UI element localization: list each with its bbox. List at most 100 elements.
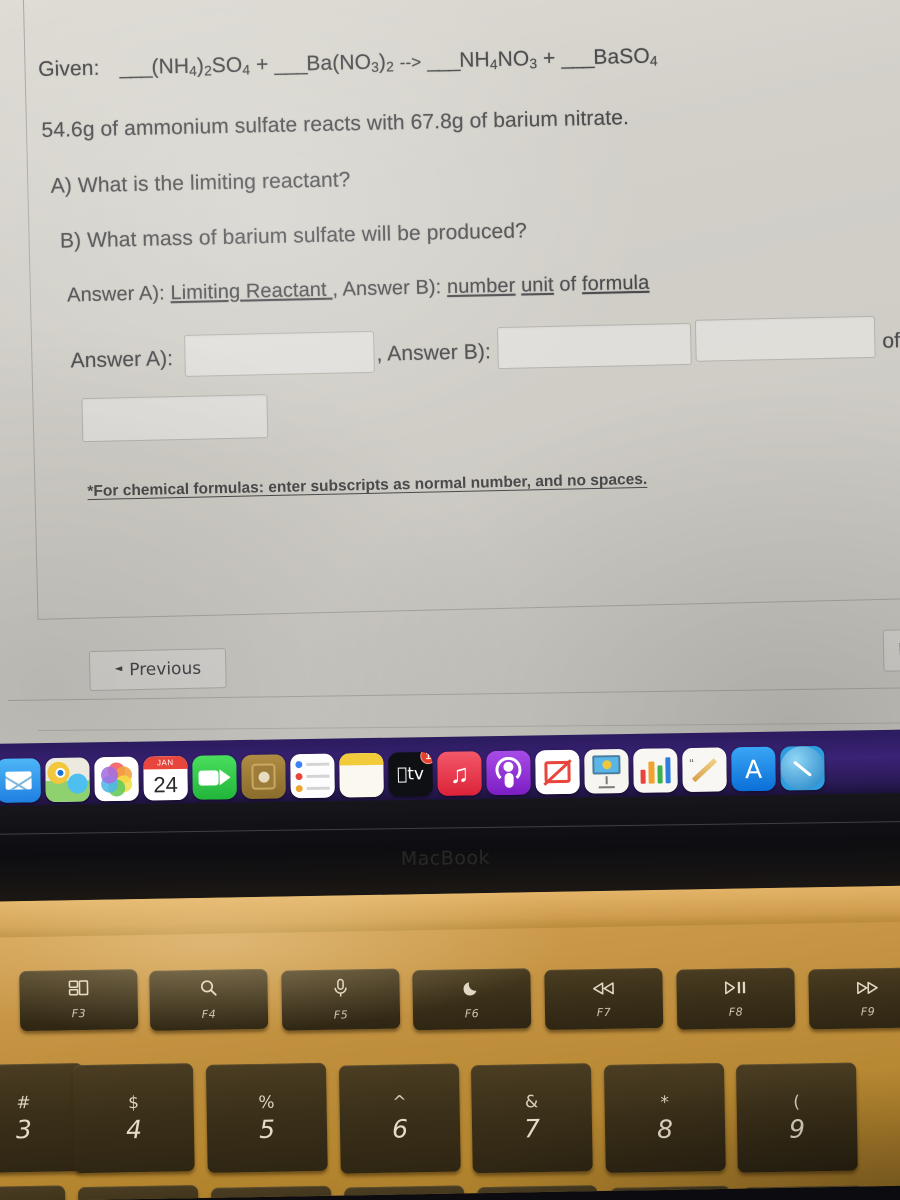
- search-icon: [199, 979, 217, 1001]
- envelope-icon: [0, 758, 41, 803]
- key-shift-char: ^: [392, 1092, 407, 1113]
- previous-button-label: Previous: [129, 658, 202, 681]
- left-caret-icon: ◄: [114, 663, 123, 675]
- dock-item-appletv[interactable]: tv1: [388, 752, 433, 797]
- dock-item-calendar[interactable]: JAN 24: [143, 755, 188, 801]
- key-main-char: 4: [125, 1114, 143, 1144]
- podcast-icon: [486, 750, 531, 796]
- dock-item-maps[interactable]: [45, 757, 90, 803]
- bar-chart-icon: [633, 748, 678, 793]
- key-main-char: 3: [15, 1114, 33, 1144]
- news-icon: [535, 749, 580, 795]
- dock-item-photos[interactable]: [94, 756, 139, 802]
- previous-button[interactable]: ◄ Previous: [88, 648, 227, 692]
- answer-b-unit-input[interactable]: [694, 315, 876, 362]
- key-f9[interactable]: F9: [808, 967, 900, 1030]
- key-label: F7: [596, 1005, 612, 1019]
- hint-of: of: [559, 273, 577, 296]
- hinge-line: [0, 820, 900, 835]
- pinwheel-icon: [94, 756, 139, 802]
- key-partial[interactable]: [876, 1185, 900, 1200]
- answer-of-label: of: [882, 329, 900, 353]
- dock-item-mail[interactable]: [0, 758, 41, 803]
- question-part-a: A) What is the limiting reactant?: [50, 168, 351, 198]
- key-3[interactable]: #3: [0, 1063, 85, 1174]
- key-main-char: 6: [391, 1114, 409, 1144]
- next-button[interactable]: N: [882, 627, 900, 672]
- key-main-char: 8: [656, 1114, 674, 1144]
- key-label: F4: [201, 1007, 217, 1021]
- answer-b-formula-input[interactable]: [81, 394, 269, 443]
- key-label: F8: [728, 1005, 744, 1019]
- key-f7[interactable]: F7: [544, 967, 664, 1030]
- fast-forward-icon: [855, 979, 879, 998]
- formula-footnote: *For chemical formulas: enter subscripts…: [87, 470, 648, 501]
- dock-item-podcasts[interactable]: [486, 750, 531, 796]
- key-partial[interactable]: [77, 1185, 200, 1200]
- key-partial[interactable]: [743, 1185, 865, 1200]
- answer-a-label: Answer A):: [70, 347, 174, 373]
- question-content: Given: ___(NH4)2SO4 + ___Ba(NO3)2 --> __…: [0, 0, 900, 762]
- key-label: F9: [860, 1004, 876, 1018]
- given-equation-line: Given: ___(NH4)2SO4 + ___Ba(NO3)2 --> __…: [37, 44, 658, 82]
- key-7[interactable]: & 7: [470, 1062, 593, 1174]
- dock-item-safari[interactable]: [780, 745, 825, 791]
- dock-item-keynote[interactable]: [584, 748, 629, 794]
- dock-item-pages[interactable]: “: [682, 747, 727, 793]
- answer-format-line: Answer A): Limiting Reactant , Answer B)…: [67, 272, 650, 308]
- key-f5[interactable]: F5: [281, 968, 401, 1031]
- contacts-icon: [241, 754, 286, 800]
- key-partial[interactable]: [211, 1185, 333, 1200]
- key-label: F5: [333, 1007, 349, 1022]
- app-store-icon: A: [731, 746, 776, 792]
- mission-control-icon: [68, 980, 89, 1000]
- dock-item-appstore[interactable]: A: [731, 746, 776, 792]
- key-4[interactable]: $4: [72, 1063, 195, 1174]
- browser-page: Given: ___(NH4)2SO4 + ___Ba(NO3)2 --> __…: [0, 0, 900, 762]
- pen-icon: “: [682, 747, 727, 793]
- dock-item-contacts[interactable]: [241, 754, 286, 800]
- key-shift-char: &: [524, 1092, 539, 1113]
- macbook-logo: MacBook: [400, 846, 491, 871]
- presentation-icon: [584, 748, 629, 794]
- key-label: F6: [464, 1006, 480, 1020]
- hint-number: number: [446, 274, 516, 299]
- laptop-keyboard-deck: F3 F4 F5 F6 F7 F8 F9 #3 $4% 5 ^ 6 & 7 * 8(9: [0, 884, 900, 1200]
- video-camera-icon: [192, 755, 237, 800]
- key-f3[interactable]: F3: [19, 969, 139, 1032]
- dock-item-music[interactable]: ♫: [437, 751, 482, 796]
- key-f4[interactable]: F4: [149, 968, 269, 1031]
- dock-item-facetime[interactable]: [192, 755, 237, 800]
- music-note-icon: ♫: [437, 751, 482, 796]
- key-partial[interactable]: [610, 1185, 732, 1200]
- key-shift-char: %: [258, 1092, 275, 1113]
- key-partial[interactable]: [0, 1185, 67, 1200]
- key-6[interactable]: ^ 6: [338, 1063, 461, 1174]
- key-5[interactable]: % 5: [205, 1063, 328, 1174]
- key-partial[interactable]: [477, 1185, 599, 1200]
- answer-format-mid: , Answer B):: [332, 276, 448, 301]
- checklist-icon: [290, 753, 335, 799]
- dock-item-notes[interactable]: [339, 752, 384, 798]
- key-partial[interactable]: [344, 1185, 466, 1200]
- map-icon: [45, 757, 90, 803]
- key-f8[interactable]: F8: [676, 967, 796, 1030]
- key-shift-char: *: [660, 1092, 670, 1113]
- compass-icon: [780, 745, 825, 791]
- dock-item-numbers[interactable]: [633, 748, 678, 793]
- dock-item-news[interactable]: [535, 749, 580, 795]
- key-9[interactable]: (9: [735, 1062, 858, 1173]
- answer-a-input[interactable]: [184, 330, 375, 377]
- masses-line: 54.6g of ammonium sulfate reacts with 67…: [41, 106, 630, 142]
- key-main-char: 5: [258, 1114, 276, 1144]
- key-8[interactable]: * 8: [603, 1062, 726, 1173]
- dock-item-reminders[interactable]: [290, 753, 335, 799]
- rewind-icon: [591, 979, 615, 998]
- answer-b-number-input[interactable]: [496, 322, 692, 370]
- key-label: F3: [71, 1006, 87, 1021]
- hint-limiting-reactant: Limiting Reactant: [170, 278, 327, 305]
- key-f6[interactable]: F6: [412, 968, 532, 1031]
- microphone-icon: [332, 978, 348, 1001]
- hint-unit: unit: [520, 273, 554, 297]
- moon-icon: [462, 979, 480, 1000]
